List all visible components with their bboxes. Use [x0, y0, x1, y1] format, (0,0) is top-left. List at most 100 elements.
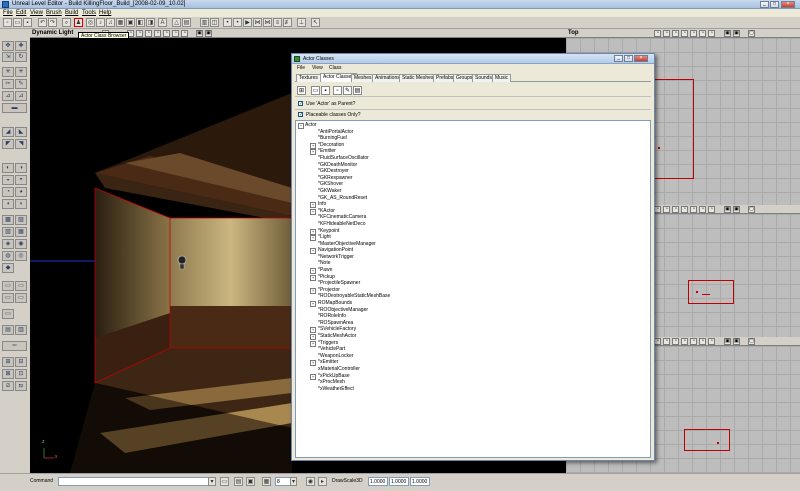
tetrahedron-brush-icon[interactable]: ◓: [15, 175, 27, 185]
top-viewport-unlit-icon[interactable]: ◔: [690, 30, 697, 37]
select-inside-icon[interactable]: ▭: [2, 293, 14, 303]
pointer-icon[interactable]: ↖: [311, 18, 320, 27]
builder-brush-icon[interactable]: ◖: [2, 199, 14, 209]
cube-brush-icon[interactable]: ◢: [2, 127, 14, 137]
add-static-mesh-icon[interactable]: ◎: [15, 251, 27, 261]
csg-deintersect-icon[interactable]: ▦: [15, 227, 27, 237]
front-viewport-realtime-icon[interactable]: ▣: [724, 338, 731, 345]
drawscale-z-field[interactable]: 1.0000: [410, 477, 430, 486]
side-viewport-unlit-icon[interactable]: ◔: [690, 206, 697, 213]
tree-item[interactable]: *RODestroyableStaticMeshBase: [296, 293, 650, 300]
snap-grid-icon[interactable]: ⊟: [15, 357, 27, 367]
sheet-brush-icon[interactable]: ◐: [2, 163, 14, 173]
front-viewport-texture-icon[interactable]: ◔: [672, 338, 679, 345]
face-drag-icon[interactable]: ⊿: [2, 91, 14, 101]
placeable-only-checkbox[interactable]: ✓: [298, 112, 303, 118]
tab-meshes[interactable]: Meshes: [351, 74, 375, 82]
side-viewport-mode-icon[interactable]: ◔: [654, 206, 661, 213]
front-viewport-maximize-icon[interactable]: ▢: [748, 338, 755, 345]
add-mover-icon[interactable]: ◍: [2, 251, 14, 261]
antiportal-icon[interactable]: ◆: [2, 263, 14, 273]
open-map-icon[interactable]: ▭: [13, 18, 22, 27]
side-viewport-zone-icon[interactable]: ◔: [663, 206, 670, 213]
side-viewport-eye-icon[interactable]: ◔: [699, 206, 706, 213]
front-viewport-mode-icon[interactable]: ◔: [654, 338, 661, 345]
invert-icon[interactable]: ▥: [15, 325, 27, 335]
tree-item[interactable]: + *Emitter: [296, 148, 650, 156]
tree-item[interactable]: + *Pawn: [296, 267, 650, 275]
tree-item[interactable]: + *Keypoint: [296, 228, 650, 235]
tree-item[interactable]: *GK_AS_RoundReset: [296, 195, 650, 202]
side-viewport-light-icon[interactable]: ◔: [681, 206, 688, 213]
build-paths-icon[interactable]: •: [223, 18, 232, 27]
front-viewport-wire-icon[interactable]: ◔: [708, 338, 715, 345]
side-viewport-texture-icon[interactable]: ◔: [672, 206, 679, 213]
tree-item[interactable]: + *StaticMeshActor: [296, 333, 650, 340]
side-viewport-maximize-icon[interactable]: ▢: [748, 206, 755, 213]
tab-static-meshes[interactable]: Static Meshes: [399, 74, 437, 82]
terrain-brush-icon[interactable]: ◕: [15, 187, 27, 197]
texture-pan-icon[interactable]: ✳: [2, 67, 14, 77]
top-viewport-light-icon[interactable]: ◔: [681, 30, 688, 37]
tree-item[interactable]: *NetworkTrigger: [296, 254, 650, 261]
tree-item[interactable]: *ProjectileSpawner: [296, 280, 650, 287]
tree-item[interactable]: + *SVehicleFactory: [296, 326, 650, 334]
dialog-menu-class[interactable]: Class: [329, 65, 342, 71]
drawscale-x-field[interactable]: 1.0000: [368, 477, 388, 486]
matinee-icon[interactable]: ≡: [273, 18, 282, 27]
scale-icon[interactable]: ⇲: [2, 52, 14, 62]
menu-file[interactable]: File: [3, 9, 13, 17]
sound-browser-icon[interactable]: ♫: [106, 18, 115, 27]
viewport-eye-icon[interactable]: ◔: [181, 30, 188, 37]
front-viewport-unlit-icon[interactable]: ◔: [690, 338, 697, 345]
rebuild-changed-icon[interactable]: ⋈: [253, 18, 262, 27]
camera-move-icon[interactable]: ✥: [2, 41, 14, 51]
tree-item[interactable]: *GKRespawner: [296, 175, 650, 182]
tree-item[interactable]: + Info: [296, 201, 650, 209]
csg-add-icon[interactable]: ▩: [2, 215, 14, 225]
tree-item[interactable]: + *xPickUpBase: [296, 373, 650, 380]
select-all-icon[interactable]: ▭: [15, 293, 27, 303]
viewport-textured-icon[interactable]: ◔: [154, 30, 161, 37]
tree-item[interactable]: *ROObjectiveManager: [296, 307, 650, 314]
texture-browser-icon[interactable]: ▦: [116, 18, 125, 27]
matinee-mode-icon[interactable]: ▬: [2, 103, 27, 113]
hide-selected-icon[interactable]: ▭: [15, 281, 27, 291]
class-tree-icon[interactable]: ⊞: [297, 86, 306, 95]
tree-item[interactable]: *ROSpawnArea: [296, 320, 650, 327]
lock-selection-icon[interactable]: ▣: [246, 477, 255, 486]
viewport-zones-icon[interactable]: ◔: [145, 30, 152, 37]
top-viewport-lock-icon[interactable]: ▣: [733, 30, 740, 37]
front-viewport-light-icon[interactable]: ◔: [681, 338, 688, 345]
tree-item[interactable]: *WeaponLocker: [296, 353, 650, 360]
top-viewport-realtime-icon[interactable]: ▣: [724, 30, 731, 37]
tree-item[interactable]: *KFHideableNetDeco: [296, 221, 650, 228]
top-viewport-maximize-icon[interactable]: ▢: [748, 30, 755, 37]
snap-vertex-icon[interactable]: ⊞: [2, 357, 14, 367]
warning-icon[interactable]: △: [172, 18, 181, 27]
top-viewport-wire-icon[interactable]: ◔: [708, 30, 715, 37]
tree-item[interactable]: *KFCinematicCamera: [296, 214, 650, 221]
undo-icon[interactable]: ↶: [38, 18, 47, 27]
menu-edit[interactable]: Edit: [16, 9, 26, 17]
front-viewport-eye-icon[interactable]: ◔: [699, 338, 706, 345]
dialog-minimize-button[interactable]: _: [614, 55, 623, 62]
viewport-unlit-icon[interactable]: ◔: [172, 30, 179, 37]
command-history-icon[interactable]: ▭: [220, 477, 229, 486]
vertex-edit-icon[interactable]: ✚: [15, 41, 27, 51]
play-map-icon[interactable]: ▶: [243, 18, 252, 27]
mirror-x-icon[interactable]: ⧄: [2, 381, 14, 391]
close-button[interactable]: ×: [781, 1, 795, 8]
drawscale-y-field[interactable]: 1.0000: [389, 477, 409, 486]
open-package-icon[interactable]: ▭: [311, 86, 320, 95]
tree-item[interactable]: + *Light: [296, 234, 650, 242]
scale-grid-icon[interactable]: ⊡: [15, 369, 27, 379]
font-icon[interactable]: A: [158, 18, 167, 27]
sort-icon[interactable]: ≢: [283, 18, 292, 27]
build-options-icon[interactable]: ⋈: [263, 18, 272, 27]
build-geometry-icon[interactable]: ▥: [200, 18, 209, 27]
top-viewport-mode-icon[interactable]: ◔: [654, 30, 661, 37]
spiral-stairs-icon[interactable]: ◑: [15, 163, 27, 173]
terrain-icon[interactable]: ⊿: [15, 91, 27, 101]
volumetric-brush-icon[interactable]: ◔: [2, 187, 14, 197]
